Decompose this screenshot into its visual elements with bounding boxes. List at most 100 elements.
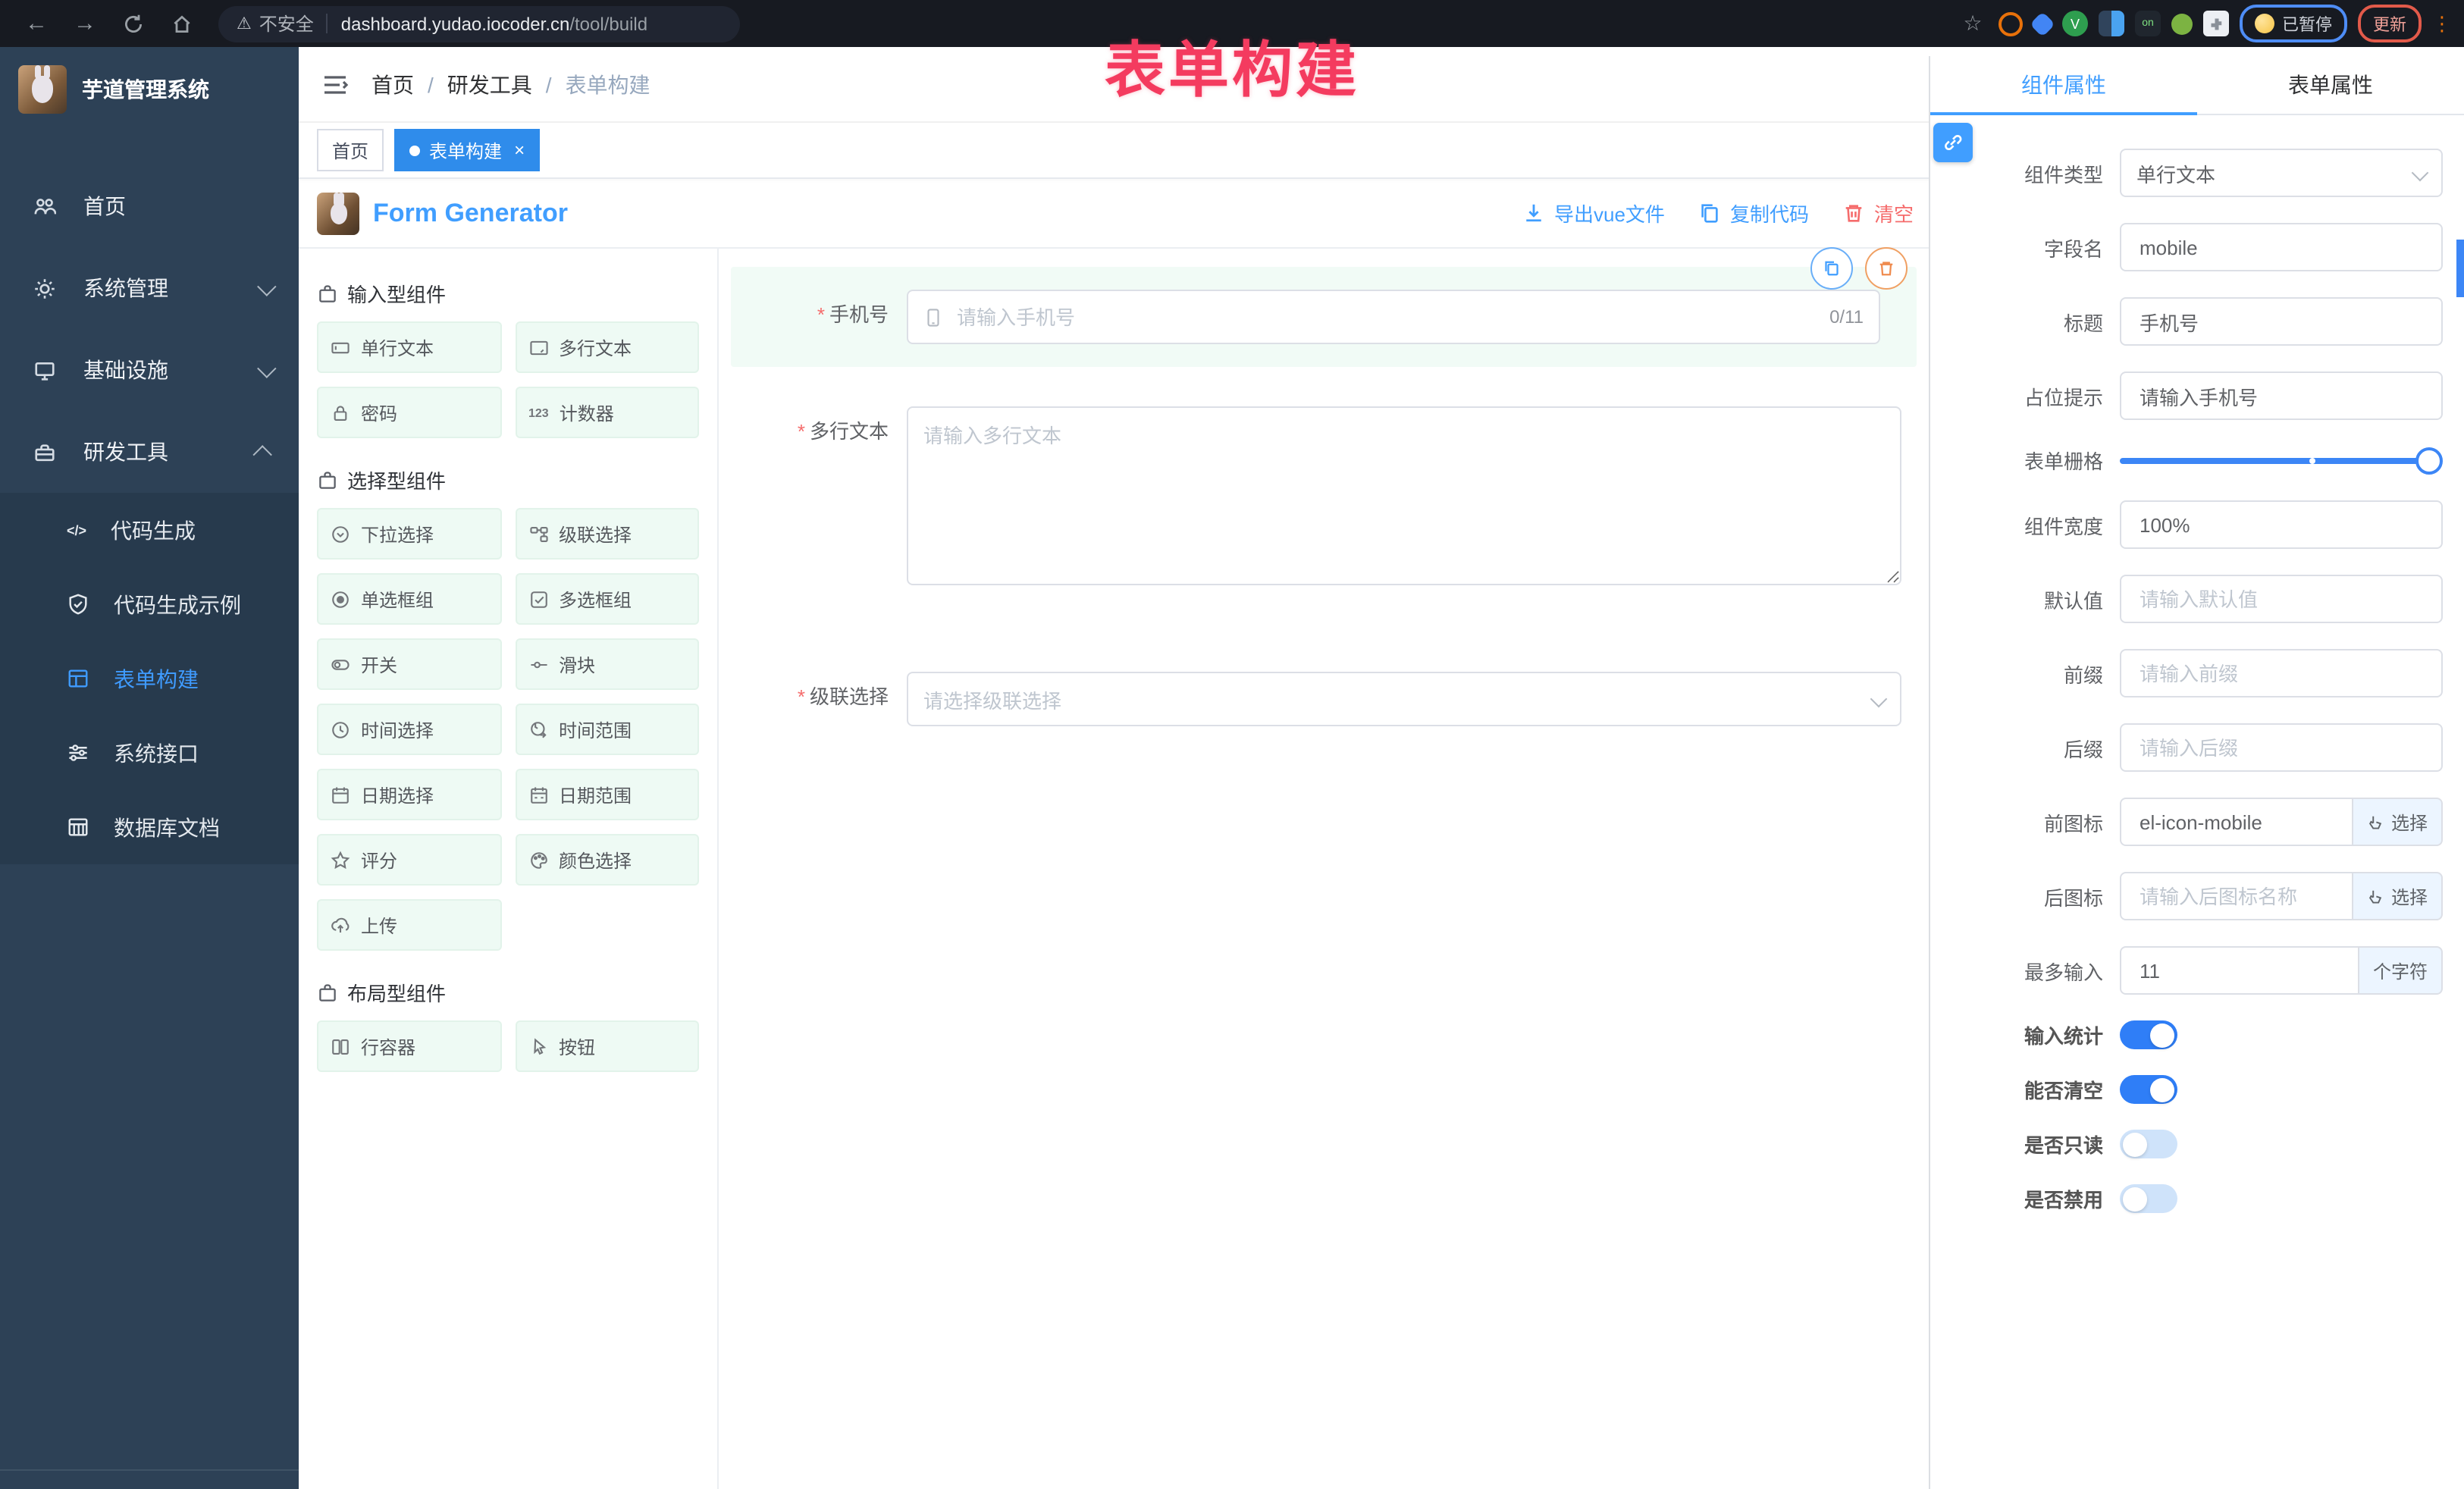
component-chip-single-line-text[interactable]: 单行文本	[317, 321, 501, 373]
component-chip-color-picker[interactable]: 颜色选择	[515, 834, 699, 886]
append-icon-input[interactable]	[2136, 883, 2337, 909]
browser-back-button[interactable]: ←	[18, 5, 55, 42]
form-preview-canvas[interactable]: *手机号 0/11	[719, 249, 1929, 1489]
browser-menu-icon[interactable]: ⋮	[2432, 11, 2452, 36]
component-chip-password[interactable]: 密码	[317, 387, 501, 438]
sidebar-item-codegen[interactable]: </> 代码生成	[0, 493, 299, 567]
sidebar-item-form-builder[interactable]: 表单构建	[0, 641, 299, 716]
hamburger-icon[interactable]	[320, 69, 350, 99]
select-button-label: 选择	[2391, 809, 2428, 835]
cascader-field-row[interactable]: *级联选择 请选择级联选择	[731, 672, 1917, 726]
component-width-input[interactable]	[2136, 512, 2426, 538]
slider-handle[interactable]	[2415, 447, 2443, 474]
cascader-placeholder: 请选择级联选择	[923, 685, 1061, 713]
append-icon-select-button[interactable]: 选择	[2353, 872, 2443, 920]
component-type-select[interactable]: 单行文本	[2120, 149, 2443, 197]
sidebar-item-devtools[interactable]: 研发工具	[0, 411, 299, 493]
textarea-field[interactable]	[907, 406, 1901, 585]
extension-diamond-icon[interactable]	[2030, 11, 2055, 36]
prepend-icon-input[interactable]	[2136, 809, 2337, 835]
component-chip-slider[interactable]: 滑块	[515, 638, 699, 690]
extension-ring-icon[interactable]	[1998, 11, 2023, 36]
sidebar-item-system[interactable]: 系统管理	[0, 247, 299, 329]
suffix-input[interactable]	[2136, 735, 2426, 760]
browser-reload-button[interactable]	[115, 5, 152, 42]
cascader-select[interactable]: 请选择级联选择	[907, 672, 1901, 726]
export-vue-button[interactable]: 导出vue文件	[1522, 199, 1665, 227]
component-chip-select[interactable]: 下拉选择	[317, 508, 501, 560]
tab-component-props[interactable]: 组件属性	[1930, 56, 2197, 114]
mobile-input[interactable]: 0/11	[907, 290, 1880, 344]
form-grid-slider[interactable]	[2120, 457, 2431, 463]
component-chip-switch[interactable]: 开关	[317, 638, 501, 690]
sidebar-item-api[interactable]: 系统接口	[0, 716, 299, 790]
sidebar-item-label: 代码生成	[111, 515, 196, 545]
close-tag-icon[interactable]: ×	[514, 139, 525, 161]
default-value-input[interactable]	[2136, 586, 2426, 612]
bookmark-star-icon[interactable]: ☆	[1958, 8, 1988, 39]
section-title: 选择型组件	[347, 466, 446, 494]
clear-button[interactable]: 清空	[1842, 199, 1914, 227]
link-button[interactable]	[1933, 123, 1973, 162]
placeholder-input[interactable]	[2136, 383, 2426, 409]
breadcrumb-devtools[interactable]: 研发工具	[447, 69, 532, 99]
component-chip-button[interactable]: 按钮	[515, 1020, 699, 1072]
sidebar-item-infra[interactable]: 基础设施	[0, 329, 299, 411]
title-input[interactable]	[2136, 309, 2426, 334]
field-name-input[interactable]	[2136, 234, 2426, 260]
extension-v-icon[interactable]: V	[2062, 11, 2088, 36]
tag-form-builder[interactable]: 表单构建 ×	[394, 129, 540, 171]
sidebar-item-home[interactable]: 首页	[0, 165, 299, 247]
scrollbar-thumb[interactable]	[2456, 240, 2464, 297]
component-chip-rate[interactable]: 评分	[317, 834, 501, 886]
chip-label: 评分	[361, 847, 397, 873]
tab-form-props[interactable]: 表单属性	[2197, 56, 2464, 114]
component-chip-date-range[interactable]: 日期范围	[515, 769, 699, 820]
component-chip-textarea[interactable]: 多行文本	[515, 321, 699, 373]
chevron-down-icon	[1870, 691, 1888, 708]
component-chip-checkbox-group[interactable]: 多选框组	[515, 573, 699, 625]
address-bar[interactable]: ⚠ 不安全 dashboard.yudao.iocoder.cn/tool/bu…	[218, 5, 740, 42]
tag-home[interactable]: 首页	[317, 129, 384, 171]
switch-icon	[331, 654, 350, 674]
toggle-knob	[2123, 1186, 2147, 1211]
component-chip-time-picker[interactable]: 时间选择	[317, 704, 501, 755]
paused-label: 已暂停	[2282, 11, 2332, 36]
browser-home-button[interactable]	[164, 5, 200, 42]
delete-component-button[interactable]	[1865, 247, 1908, 290]
textarea-field-row[interactable]: *多行文本	[731, 406, 1917, 590]
extension-split-icon[interactable]	[2099, 11, 2124, 36]
component-chip-date-picker[interactable]: 日期选择	[317, 769, 501, 820]
sidebar-item-codegen-example[interactable]: 代码生成示例	[0, 567, 299, 641]
mobile-input-field[interactable]	[954, 304, 1819, 330]
prefix-input[interactable]	[2136, 660, 2426, 686]
max-input-field[interactable]	[2136, 958, 2343, 983]
sidebar-item-db-doc[interactable]: 数据库文档	[0, 790, 299, 864]
insecure-warning-icon: ⚠	[237, 14, 252, 33]
component-chip-row-container[interactable]: 行容器	[317, 1020, 501, 1072]
copy-code-button[interactable]: 复制代码	[1698, 199, 1809, 227]
prepend-icon-select-button[interactable]: 选择	[2353, 798, 2443, 846]
overlay-page-title: 表单构建	[1105, 21, 1359, 109]
extensions-puzzle-icon[interactable]	[2203, 11, 2229, 36]
disabled-toggle[interactable]	[2120, 1184, 2177, 1213]
component-chip-upload[interactable]: 上传	[317, 899, 501, 951]
extension-on-badge-icon[interactable]: on	[2135, 11, 2161, 36]
component-chip-cascader[interactable]: 级联选择	[515, 508, 699, 560]
browser-update-button[interactable]: 更新	[2358, 5, 2422, 42]
readonly-toggle[interactable]	[2120, 1130, 2177, 1158]
input-stats-toggle[interactable]	[2120, 1020, 2177, 1049]
selected-component-block[interactable]: *手机号 0/11	[731, 267, 1917, 367]
profile-paused-badge[interactable]: 已暂停	[2240, 5, 2347, 42]
star-icon	[331, 850, 350, 870]
component-chip-radio-group[interactable]: 单选框组	[317, 573, 501, 625]
component-chip-counter[interactable]: 123 计数器	[515, 387, 699, 438]
extension-leaf-icon[interactable]	[2171, 13, 2193, 34]
component-chip-time-range[interactable]: 时间范围	[515, 704, 699, 755]
toggle-knob	[2150, 1023, 2174, 1047]
browser-forward-button[interactable]: →	[67, 5, 103, 42]
clearable-toggle[interactable]	[2120, 1075, 2177, 1104]
duplicate-component-button[interactable]	[1810, 247, 1853, 290]
sidebar-logo-row[interactable]: 芋道管理系统	[0, 47, 299, 132]
breadcrumb-home[interactable]: 首页	[371, 69, 414, 99]
